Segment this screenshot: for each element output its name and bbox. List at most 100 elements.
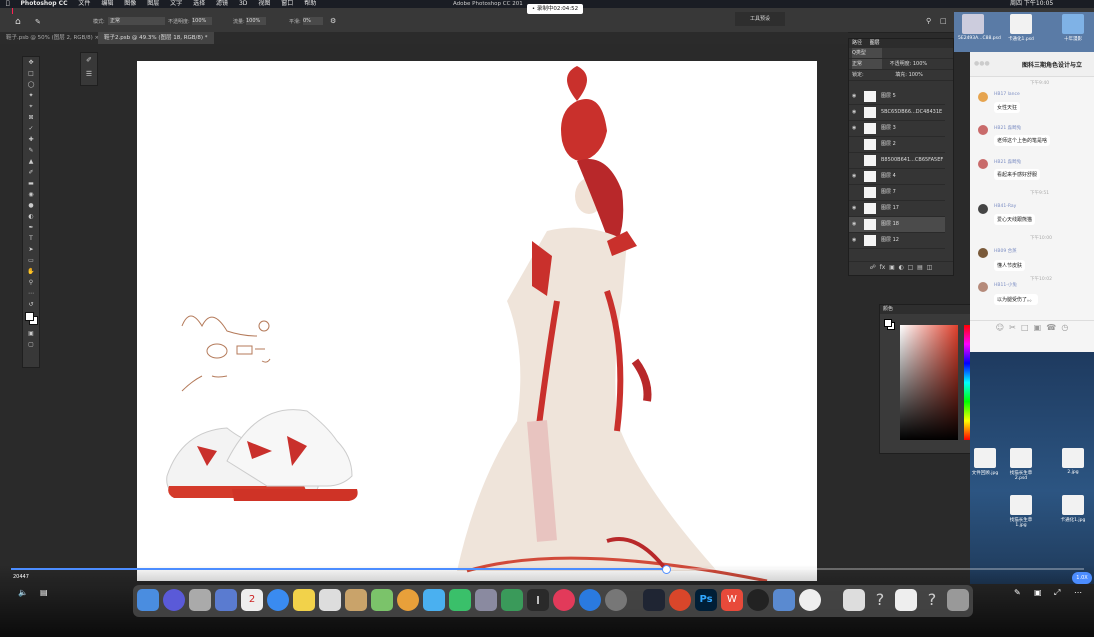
avatar[interactable] (978, 282, 988, 292)
trash-icon[interactable] (947, 589, 969, 611)
layer-row[interactable]: ◉ 图层 4 (849, 169, 945, 185)
avatar[interactable] (978, 159, 988, 169)
shape-tool-icon[interactable]: ▭ (23, 255, 39, 266)
layer-row[interactable]: 图层 2 (849, 137, 945, 153)
marquee-tool-icon[interactable]: □ (23, 68, 39, 79)
gear-icon[interactable]: ⚙ (330, 17, 336, 25)
fill-input[interactable]: 100% (909, 72, 923, 78)
wps-icon[interactable]: W (721, 589, 743, 611)
hand-tool-icon[interactable]: ✋ (23, 266, 39, 277)
stamp-icon[interactable]: ▲ (23, 156, 39, 167)
eye-icon[interactable]: ◉ (852, 89, 856, 104)
desktop-file[interactable]: 找猫长生草2.psd (1006, 448, 1036, 484)
eye-icon[interactable]: ◉ (852, 233, 856, 248)
tab-layers[interactable]: 图层 (870, 40, 880, 46)
fx-icon[interactable]: fx (880, 264, 886, 271)
numbers-icon[interactable] (501, 589, 523, 611)
layer-blend-select[interactable]: 正常 (852, 59, 882, 69)
trash-icon[interactable]: ◫ (927, 264, 933, 271)
dodge-icon[interactable]: ◐ (23, 211, 39, 222)
desktop-file[interactable]: 找猫长生草1.jpg (1006, 495, 1036, 531)
new-layer-icon[interactable]: ▤ (917, 264, 923, 271)
frame-tool-icon[interactable]: ⊠ (23, 112, 39, 123)
bucket-icon[interactable]: ◉ (23, 189, 39, 200)
layer-row[interactable]: ◉ 图层 3 (849, 121, 945, 137)
apple-icon[interactable]:  (6, 0, 10, 7)
photos-icon[interactable] (397, 589, 419, 611)
healing-brush-icon[interactable]: ✚ (23, 134, 39, 145)
smooth-input[interactable]: 0% (303, 17, 323, 25)
scissors-icon[interactable]: ✂ (1009, 323, 1016, 332)
image-icon[interactable]: ▣ (1034, 323, 1042, 332)
pen-icon[interactable]: ✎ (1014, 588, 1021, 597)
menu-item-select[interactable]: 选择 (193, 0, 205, 7)
workspace-preset[interactable]: 工具预设 (735, 12, 785, 26)
emoji-icon[interactable]: ☺ (996, 323, 1004, 332)
history-icon[interactable]: ◷ (1061, 323, 1068, 332)
layer-opacity-input[interactable]: 100% (913, 61, 927, 67)
opacity-input[interactable]: 100% (192, 17, 212, 25)
menu-item-help[interactable]: 帮助 (304, 0, 316, 7)
chrome-icon[interactable] (799, 589, 821, 611)
magic-wand-icon[interactable]: ✦ (23, 90, 39, 101)
music-icon[interactable] (553, 589, 575, 611)
mail-icon[interactable] (215, 589, 237, 611)
home-icon[interactable]: ⌂ (15, 17, 21, 27)
avatar[interactable] (978, 204, 988, 214)
color-swatches[interactable] (23, 312, 39, 328)
file-icon[interactable] (895, 589, 917, 611)
more-tools-icon[interactable]: ⋯ (23, 288, 39, 299)
color-picker-field[interactable] (900, 325, 958, 440)
eraser-icon[interactable]: ▬ (23, 178, 39, 189)
brush-settings-icon[interactable]: ☰ (81, 67, 97, 81)
launchpad-icon[interactable] (189, 589, 211, 611)
menu-item-type[interactable]: 文字 (170, 0, 182, 7)
adjustment-icon[interactable]: ◐ (899, 264, 904, 271)
layer-row[interactable]: B8500B641...CB65FA5EF (849, 153, 945, 169)
close-dot[interactable] (12, 8, 13, 14)
mode-select[interactable]: 正常 (108, 17, 165, 25)
lasso-tool-icon[interactable]: ◯ (23, 79, 39, 90)
brush-icon[interactable]: ✎ (23, 145, 39, 156)
avatar[interactable] (978, 248, 988, 258)
finder-icon[interactable] (137, 589, 159, 611)
window-controls-icon[interactable]: ●●● (974, 60, 990, 67)
recording-badge[interactable]: • 录制中02:04:52 (527, 4, 583, 14)
fg-bg-swatch[interactable] (884, 319, 895, 330)
layer-row[interactable]: ◉ 图层 12 (849, 233, 945, 249)
desktop-file[interactable]: 2.jpg (1058, 448, 1088, 484)
brush-preset-icon[interactable]: ✐ (81, 53, 97, 67)
history-brush-icon[interactable]: ✐ (23, 167, 39, 178)
document-icon[interactable] (843, 589, 865, 611)
menu-item-image[interactable]: 图像 (124, 0, 136, 7)
mask-icon[interactable]: ▣ (889, 264, 895, 271)
menu-item-window[interactable]: 窗口 (281, 0, 293, 7)
desktop-file[interactable]: 十年漫影 (1058, 14, 1088, 50)
eye-icon[interactable]: ◉ (852, 169, 856, 184)
folder-icon[interactable]: □ (908, 264, 914, 271)
tab-paths[interactable]: 路径 (852, 40, 862, 46)
search-icon[interactable]: ⚲ (926, 17, 931, 25)
calendar-icon[interactable]: 2 (241, 589, 263, 611)
document-canvas[interactable] (137, 61, 817, 581)
menu-item-view[interactable]: 视图 (258, 0, 270, 7)
brush-tool-icon[interactable]: ✎ (35, 18, 41, 26)
danmaku-icon[interactable]: ▤ (40, 588, 48, 597)
blur-icon[interactable]: ● (23, 200, 39, 211)
phone-icon[interactable]: ☎ (1046, 323, 1056, 332)
unknown-app-icon-2[interactable]: ? (921, 589, 943, 611)
menu-item-file[interactable]: 文件 (78, 0, 90, 7)
file-icon[interactable]: □ (1021, 323, 1029, 332)
desktop-file[interactable]: 卡通化1.jpg (1058, 495, 1088, 531)
photoshop-icon[interactable]: Ps (695, 589, 717, 611)
desktop-file[interactable]: 卡通化1.psd (1006, 14, 1036, 50)
layer-row[interactable]: ◉ 图层 5 (849, 89, 945, 105)
eye-icon[interactable]: ◉ (852, 105, 856, 120)
zoom-tool-icon[interactable]: ⚲ (23, 277, 39, 288)
menu-item-filter[interactable]: 滤镜 (216, 0, 228, 7)
menu-item-3d[interactable]: 3D (239, 0, 247, 7)
unknown-app-icon[interactable]: ? (869, 589, 891, 611)
eye-icon[interactable]: ◉ (852, 217, 856, 232)
facetime-icon[interactable] (449, 589, 471, 611)
path-select-icon[interactable]: ➤ (23, 244, 39, 255)
